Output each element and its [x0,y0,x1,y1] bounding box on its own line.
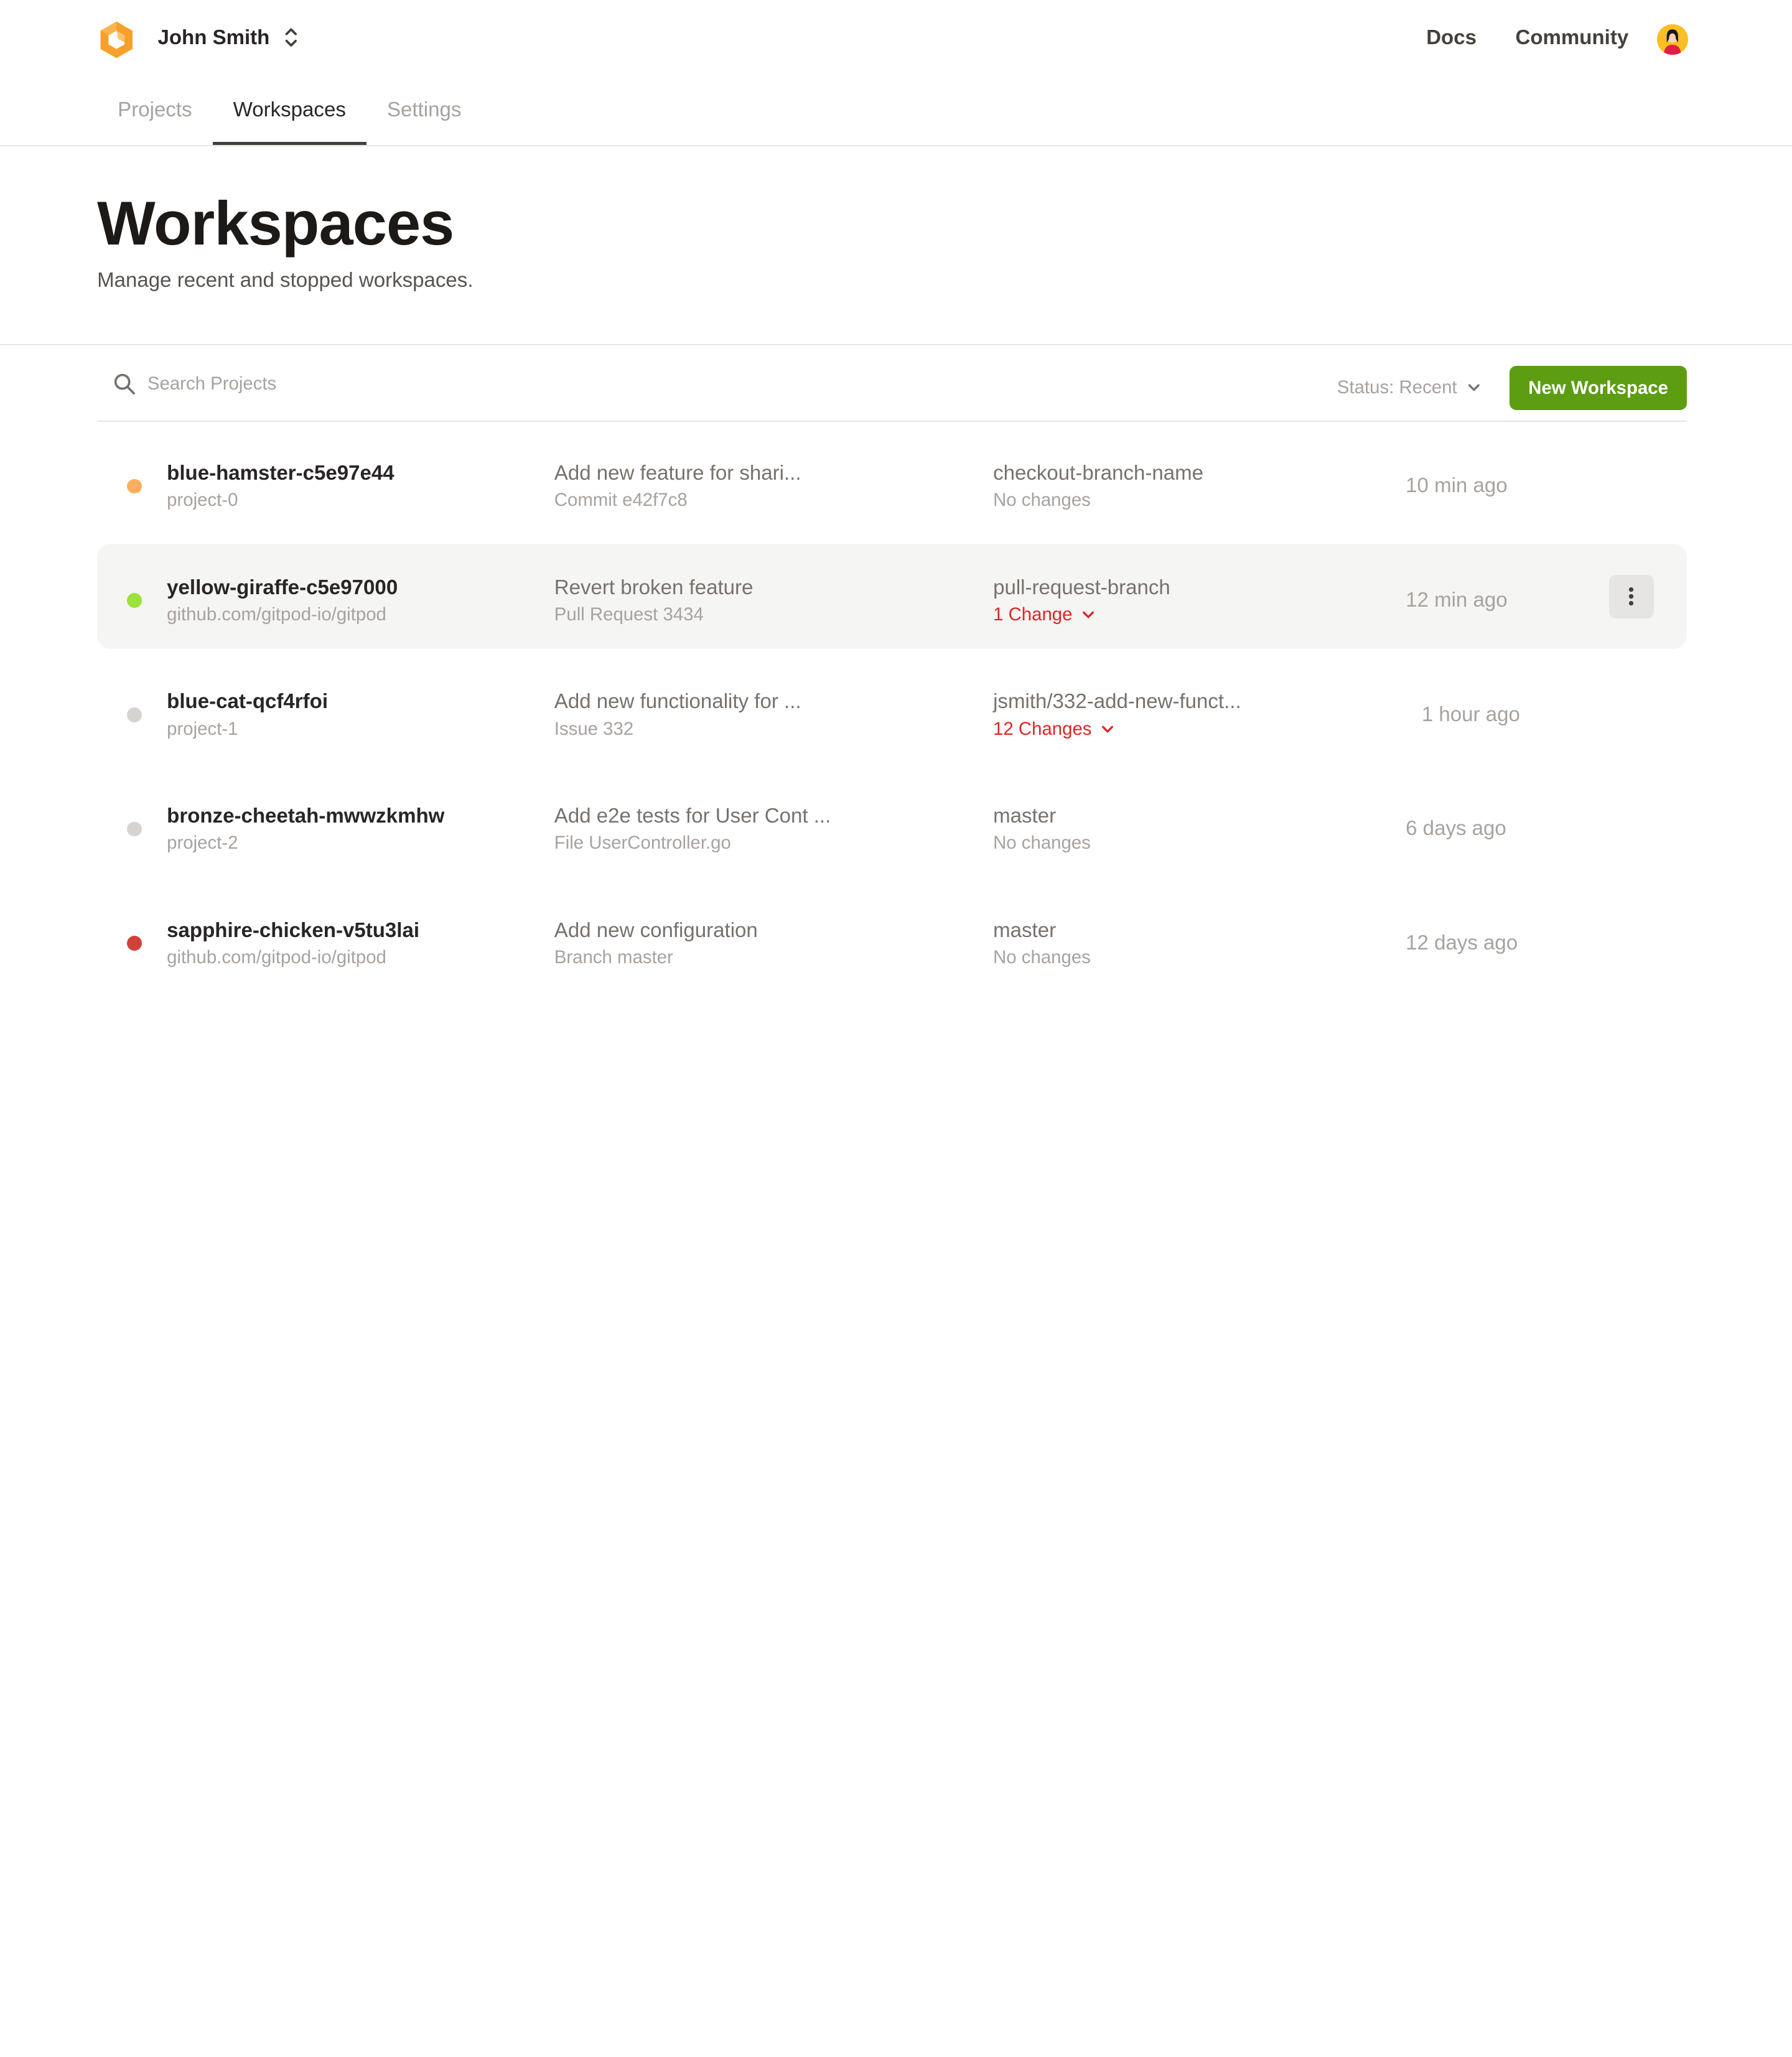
workspace-branch: master No changes [993,805,1091,854]
branch-name: master [993,804,1057,828]
workspace-list: blue-hamster-c5e97e44 project-0 Add new … [97,430,1687,1001]
status-dot-running [126,478,142,494]
workspace-toolbar: Status: Recent New Workspace [97,363,1687,421]
workspace-row[interactable]: blue-cat-qcf4rfoi project-1 Add new func… [97,658,1687,763]
workspace-branch: pull-request-branch 1 Change [993,576,1170,625]
workspace-info: yellow-giraffe-c5e97000 github.com/gitpo… [167,576,398,625]
last-active-time: 10 min ago [1406,474,1508,498]
workspace-context: Add e2e tests for User Cont ... File Use… [554,805,831,854]
new-workspace-button[interactable]: New Workspace [1510,365,1687,411]
community-link[interactable]: Community [1515,26,1628,50]
context-ref: Pull Request 3434 [554,604,704,625]
account-switcher[interactable]: John Smith [157,25,299,50]
workspace-project: project-2 [167,833,238,854]
status-dot-running [126,593,142,609]
status-dot-stopped [126,707,142,722]
branch-name: master [993,918,1057,942]
context-ref: Issue 332 [554,718,634,739]
search-input[interactable] [147,373,490,395]
more-vertical-icon [1629,587,1634,606]
chevron-down-icon [1102,725,1114,732]
workspaces-page: John Smith Docs Community Projects Works… [0,0,1792,1120]
workspace-context: Add new feature for shari... Commit e42f… [554,462,801,511]
branch-name: pull-request-branch [993,576,1170,599]
workspace-branch: jsmith/332-add-new-funct... 12 Changes [993,690,1241,739]
workspace-id: yellow-giraffe-c5e97000 [167,576,398,599]
workspace-row[interactable]: yellow-giraffe-c5e97000 github.com/gitpo… [97,544,1687,650]
changes-status: No changes [993,946,1091,968]
workspace-info: bronze-cheetah-mwwzkmhw project-2 [167,805,444,854]
workspace-project: project-1 [167,718,238,739]
workspace-row[interactable]: bronze-cheetah-mwwzkmhw project-2 Add e2… [97,773,1687,878]
changes-status: No changes [993,833,1091,854]
page-subtitle: Manage recent and stopped workspaces. [97,268,474,292]
last-active-time: 12 min ago [1406,588,1508,612]
workspace-id: bronze-cheetah-mwwzkmhw [167,804,445,828]
toolbar-divider [97,420,1687,422]
workspace-info: sapphire-chicken-v5tu3lai github.com/git… [167,919,419,968]
workspace-project: project-0 [167,490,238,511]
workspace-info: blue-hamster-c5e97e44 project-0 [167,462,394,511]
workspace-context: Add new configuration Branch master [554,919,758,968]
changes-status: No changes [993,490,1091,511]
branch-name: checkout-branch-name [993,462,1204,485]
tab-workspaces[interactable]: Workspaces [212,80,366,147]
context-ref: File UserController.go [554,833,731,854]
chevron-up-down-icon [286,28,297,47]
context-title: Add e2e tests for User Cont ... [554,804,831,828]
last-active-time: 1 hour ago [1421,702,1520,726]
branch-name: jsmith/332-add-new-funct... [993,690,1241,714]
title-divider [0,343,1792,345]
changes-count: 12 Changes [993,718,1092,739]
context-title: Add new configuration [554,918,758,942]
search-icon [114,373,135,394]
context-ref: Commit e42f7c8 [554,490,688,511]
last-active-time: 6 days ago [1406,817,1506,841]
workspace-row[interactable]: sapphire-chicken-v5tu3lai github.com/git… [97,887,1687,992]
context-title: Add new functionality for ... [554,690,801,714]
chevron-down-icon [1468,384,1480,391]
account-name: John Smith [157,26,270,49]
workspace-project: github.com/gitpod-io/gitpod [167,604,386,625]
last-active-time: 12 days ago [1406,931,1518,954]
main-tabs: Projects Workspaces Settings [97,80,482,147]
changes-dropdown[interactable]: 1 Change [993,604,1170,625]
workspace-branch: checkout-branch-name No changes [993,462,1203,511]
top-bar: John Smith Docs Community [0,0,1792,80]
changes-count: 1 Change [993,604,1073,625]
page-title: Workspaces [97,189,454,259]
workspace-branch: master No changes [993,919,1091,968]
workspace-info: blue-cat-qcf4rfoi project-1 [167,690,328,739]
avatar-person-icon [1657,24,1688,55]
workspace-id: blue-cat-qcf4rfoi [167,690,329,714]
tab-settings[interactable]: Settings [366,80,482,147]
context-title: Add new feature for shari... [554,462,801,485]
workspace-menu-button[interactable] [1609,574,1654,618]
tabs-divider [0,145,1792,147]
chevron-down-icon [1083,611,1094,618]
context-ref: Branch master [554,946,673,968]
status-filter-label: Status: Recent [1337,377,1457,398]
workspace-context: Revert broken feature Pull Request 3434 [554,576,754,625]
status-dot-stopped [126,821,142,837]
workspace-id: sapphire-chicken-v5tu3lai [167,918,420,942]
status-dot-failed [126,936,142,951]
workspace-project: github.com/gitpod-io/gitpod [167,946,386,968]
changes-dropdown[interactable]: 12 Changes [993,719,1241,740]
workspace-row[interactable]: blue-hamster-c5e97e44 project-0 Add new … [97,430,1687,535]
tab-projects[interactable]: Projects [97,80,212,147]
workspace-id: blue-hamster-c5e97e44 [167,462,394,485]
search-box[interactable] [113,373,490,396]
status-filter-dropdown[interactable]: Status: Recent [1337,377,1482,398]
workspace-context: Add new functionality for ... Issue 332 [554,690,801,739]
docs-link[interactable]: Docs [1426,26,1477,50]
gitpod-logo-icon[interactable] [97,19,136,60]
user-avatar[interactable] [1657,24,1688,55]
context-title: Revert broken feature [554,576,754,599]
